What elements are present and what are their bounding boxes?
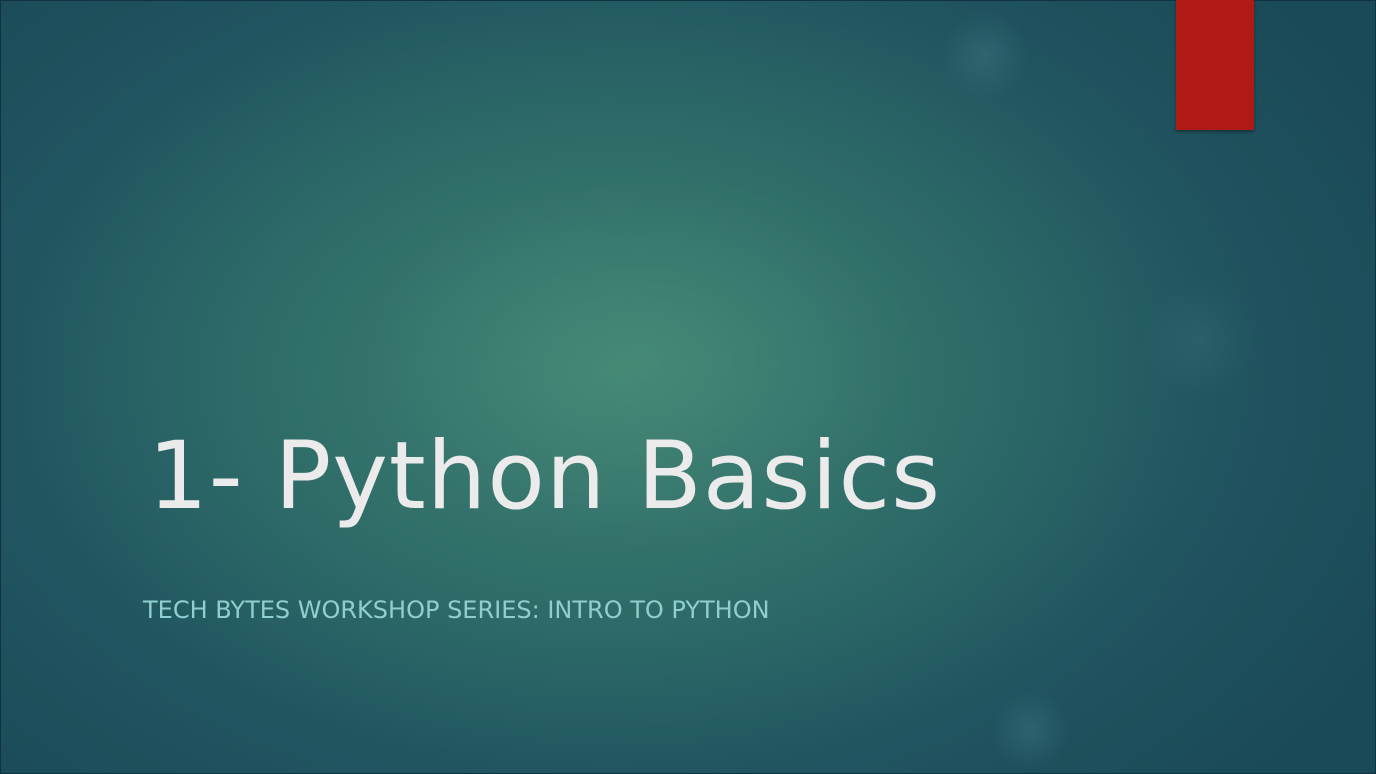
slide-title: 1- Python Basics	[148, 422, 942, 531]
background-light-spot	[940, 10, 1030, 100]
background-light-spot	[990, 690, 1070, 770]
presentation-slide: 1- Python Basics TECH BYTES WORKSHOP SER…	[0, 0, 1376, 774]
background-light-spot	[1140, 280, 1260, 400]
red-accent-tab	[1176, 0, 1254, 130]
slide-subtitle: TECH BYTES WORKSHOP SERIES: INTRO TO PYT…	[143, 596, 770, 624]
